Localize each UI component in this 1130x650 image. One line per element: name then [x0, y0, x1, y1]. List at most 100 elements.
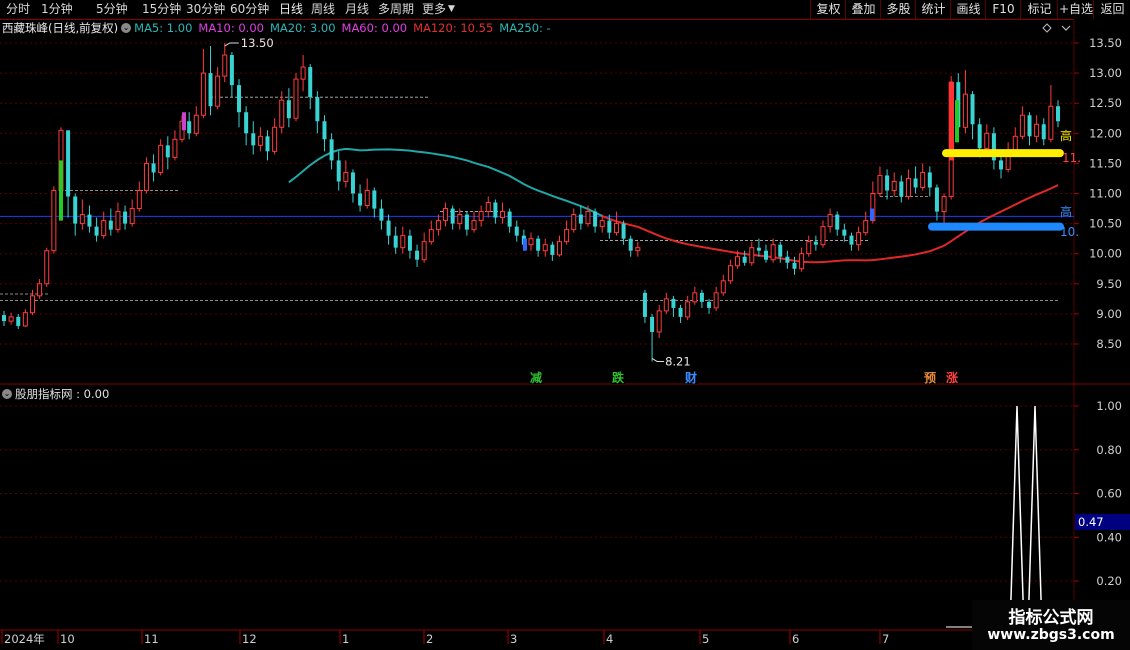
candle-body — [272, 126, 278, 152]
candle-body — [806, 241, 812, 255]
time-tick-label: 1 — [342, 632, 349, 646]
candle-body — [678, 307, 683, 317]
candle-body — [237, 85, 242, 113]
candle-body — [257, 135, 263, 146]
watermark: 指标公式网 www.zbgs3.com — [972, 600, 1130, 650]
candle-body — [699, 292, 704, 302]
candle-body — [136, 189, 142, 210]
candle-body — [493, 202, 498, 218]
candle-body — [599, 220, 605, 228]
candle-body — [386, 220, 391, 236]
candle-body — [593, 211, 598, 227]
candle-body — [115, 211, 121, 231]
candle-body — [607, 220, 612, 233]
signal-bar-blue — [870, 208, 874, 221]
candle-body — [279, 99, 285, 128]
price-tick-label: 12.50 — [1089, 96, 1122, 110]
indicator-tick-label: 0.80 — [1096, 443, 1122, 457]
candle-body — [415, 250, 420, 260]
candle-body — [770, 244, 776, 261]
candle-body — [528, 238, 534, 246]
chevron-down-icon[interactable] — [1061, 25, 1071, 31]
candle-body — [1027, 115, 1032, 137]
candle-body — [628, 238, 633, 251]
candle-body — [329, 139, 334, 161]
time-tick-label: 10 — [60, 632, 75, 646]
candle-body — [727, 265, 733, 282]
signal-bar-magenta — [182, 112, 186, 131]
watermark-url: www.zbgs3.com — [987, 627, 1115, 643]
signal-bar-green-2 — [955, 100, 959, 143]
signal-bar-red — [949, 82, 954, 161]
candle-body — [962, 93, 968, 128]
candle-body — [94, 226, 99, 236]
candle-body — [79, 214, 85, 225]
price-tick-label: 13.00 — [1089, 66, 1122, 80]
candle-body — [692, 292, 698, 303]
price-tick-label: 8.50 — [1096, 337, 1122, 351]
candle-body — [265, 136, 270, 152]
candle-body — [208, 73, 213, 107]
candle-body — [764, 250, 769, 260]
price-tick-label: 13.50 — [1089, 36, 1122, 50]
indicator-value-label: 0.47 — [1078, 515, 1104, 529]
candle-body — [37, 283, 43, 297]
candle-body — [671, 298, 676, 308]
candle-body — [835, 214, 840, 230]
price-tick-label: 11.50 — [1089, 156, 1122, 170]
signal-label-1: 跌 — [612, 370, 625, 385]
price-chart[interactable]: 13.5013.0012.5012.0011.5011.0010.5010.00… — [0, 0, 1130, 650]
candle-body — [229, 55, 234, 86]
candle-body — [792, 262, 797, 269]
candle-body — [578, 214, 583, 224]
time-tick-label: 7 — [882, 632, 889, 646]
high-price-label: 13.50 — [241, 36, 274, 50]
candle-body — [842, 229, 847, 236]
candle-body — [913, 178, 918, 188]
candle-body — [785, 256, 790, 263]
time-tick-label: 2 — [426, 632, 433, 646]
signal-bar-blue-2 — [523, 238, 527, 251]
candle-body — [251, 133, 256, 146]
candle-body — [73, 196, 78, 224]
candle-body — [400, 235, 406, 249]
price-tick-label: 9.00 — [1096, 307, 1122, 321]
candle-body — [1019, 114, 1025, 137]
candle-body — [193, 114, 199, 134]
candle-body — [464, 214, 469, 230]
candle-body — [1012, 135, 1018, 152]
candle-body — [336, 160, 341, 182]
candle-body — [143, 162, 149, 191]
candle-body — [849, 235, 854, 245]
candle-body — [165, 145, 170, 158]
candle-body — [984, 132, 990, 149]
candle-body — [863, 220, 869, 234]
candle-body — [421, 241, 427, 261]
candle-body — [443, 208, 449, 222]
candle-body — [941, 196, 947, 213]
candle-body — [685, 301, 691, 318]
candle-body — [735, 256, 741, 267]
indicator-tick-label: 1.00 — [1096, 399, 1122, 413]
candle-body — [877, 174, 883, 195]
candle-body — [650, 316, 655, 332]
candle-body — [799, 253, 805, 270]
candle-body — [707, 301, 712, 308]
candle-body — [977, 124, 982, 149]
price-tick-label: 10.50 — [1089, 217, 1122, 231]
candle-body — [450, 208, 455, 224]
signal-label-3: 预 — [924, 371, 936, 385]
candle-body — [550, 244, 555, 255]
candle-body — [293, 78, 299, 119]
candle-body — [635, 247, 641, 252]
signal-bar-green — [59, 160, 63, 221]
candle-body — [514, 226, 519, 236]
candle-body — [934, 187, 939, 212]
candle-body — [571, 214, 577, 231]
candle-body — [542, 244, 548, 252]
candle-body — [663, 298, 669, 312]
candle-body — [101, 220, 107, 237]
diamond-icon[interactable] — [1042, 23, 1052, 33]
candle-body — [29, 295, 35, 314]
right-mark-val1: 11. — [1062, 151, 1081, 165]
